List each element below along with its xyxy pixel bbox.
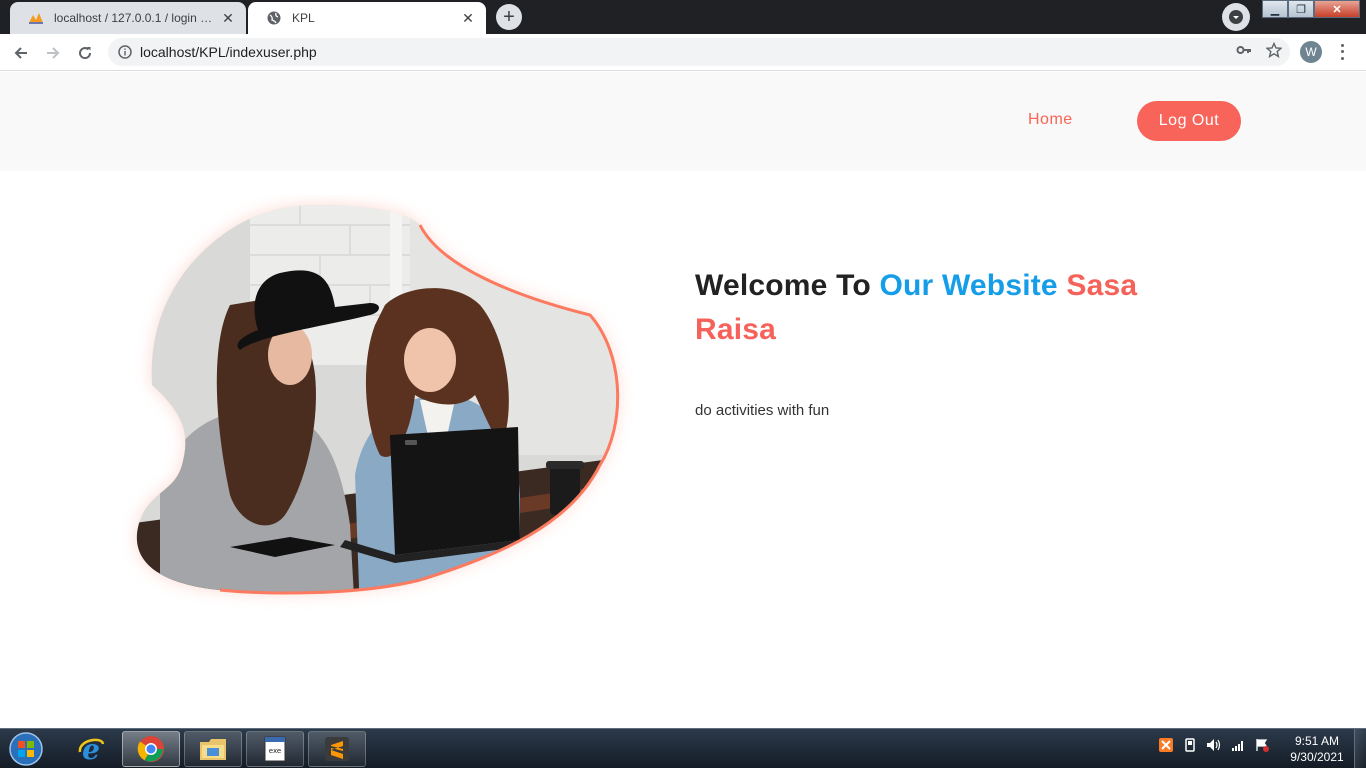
- hero-image: [136, 205, 620, 595]
- taskbar-internet-explorer[interactable]: e: [62, 731, 120, 767]
- new-tab-button[interactable]: +: [496, 4, 522, 30]
- back-arrow-icon: [14, 47, 27, 59]
- minimize-button[interactable]: ▁: [1262, 0, 1288, 18]
- logout-button[interactable]: Log Out: [1137, 101, 1241, 141]
- window-controls: ▁ ❐ ✕: [1262, 0, 1360, 18]
- tab-search-button[interactable]: [1222, 3, 1250, 31]
- device-tray-icon[interactable]: [1182, 737, 1198, 753]
- info-icon[interactable]: [118, 45, 132, 59]
- clock-time: 9:51 AM: [1294, 734, 1340, 748]
- svg-text:exe: exe: [269, 747, 281, 755]
- volume-icon[interactable]: [1206, 737, 1222, 753]
- windows-start-icon: [9, 732, 43, 766]
- system-tray: [1158, 737, 1270, 753]
- hero-subtitle: do activities with fun: [695, 402, 830, 419]
- clock-date: 9/30/2021: [1290, 750, 1344, 764]
- action-center-flag-icon[interactable]: [1254, 737, 1270, 753]
- globe-icon: [266, 10, 282, 26]
- taskbar-notepad[interactable]: exe: [246, 731, 304, 767]
- notepad-icon: exe: [264, 736, 286, 762]
- close-tab-icon[interactable]: ✕: [220, 10, 236, 26]
- maximize-button[interactable]: ❐: [1288, 0, 1314, 18]
- chevron-down-icon: [1229, 10, 1243, 24]
- phpmyadmin-icon: [28, 10, 44, 26]
- sublime-text-icon: [325, 737, 349, 761]
- svg-text:e: e: [82, 734, 100, 764]
- hero-title-website: Our Website: [879, 269, 1058, 302]
- hero-title-welcome: Welcome To: [695, 269, 880, 302]
- site-navbar: Home Log Out: [0, 72, 1366, 171]
- tab-phpmyadmin[interactable]: localhost / 127.0.0.1 / login / use ✕: [10, 2, 246, 34]
- windows-taskbar: e exe 9:51 AM 9/30/2021: [0, 728, 1366, 768]
- key-icon[interactable]: [1236, 42, 1252, 58]
- internet-explorer-icon: e: [78, 734, 105, 764]
- network-signal-icon[interactable]: [1230, 737, 1246, 753]
- url-text: localhost/KPL/indexuser.php: [140, 44, 317, 60]
- reload-button[interactable]: [72, 40, 98, 66]
- show-desktop-button[interactable]: [1354, 729, 1366, 768]
- bookmark-star-icon[interactable]: [1266, 42, 1282, 58]
- nav-home-link[interactable]: Home: [1028, 111, 1073, 129]
- forward-button[interactable]: [40, 40, 66, 66]
- xampp-tray-icon[interactable]: [1158, 737, 1174, 753]
- tab-title: KPL: [292, 11, 315, 25]
- profile-avatar[interactable]: W: [1300, 41, 1322, 63]
- taskbar-file-explorer[interactable]: [184, 731, 242, 767]
- forward-arrow-icon: [47, 47, 60, 59]
- taskbar-chrome[interactable]: [122, 731, 180, 767]
- address-bar[interactable]: localhost/KPL/indexuser.php: [108, 38, 1290, 66]
- browser-menu-icon[interactable]: [1338, 42, 1346, 62]
- taskbar-sublime-text[interactable]: [308, 731, 366, 767]
- back-button[interactable]: [8, 40, 34, 66]
- browser-tab-strip: localhost / 127.0.0.1 / login / use ✕ KP…: [0, 0, 1366, 34]
- browser-toolbar: localhost/KPL/indexuser.php W: [0, 34, 1366, 71]
- reload-icon: [79, 47, 92, 60]
- start-button[interactable]: [6, 730, 46, 768]
- taskbar-clock[interactable]: 9:51 AM 9/30/2021: [1284, 733, 1350, 765]
- hero-title: Welcome To Our Website Sasa Raisa: [695, 264, 1215, 352]
- close-window-button[interactable]: ✕: [1314, 0, 1360, 18]
- tab-kpl[interactable]: KPL ✕: [248, 2, 486, 34]
- tab-title: localhost / 127.0.0.1 / login / use: [54, 11, 214, 25]
- chrome-icon: [137, 736, 164, 762]
- close-tab-icon[interactable]: ✕: [460, 10, 476, 26]
- file-explorer-icon: [200, 739, 226, 760]
